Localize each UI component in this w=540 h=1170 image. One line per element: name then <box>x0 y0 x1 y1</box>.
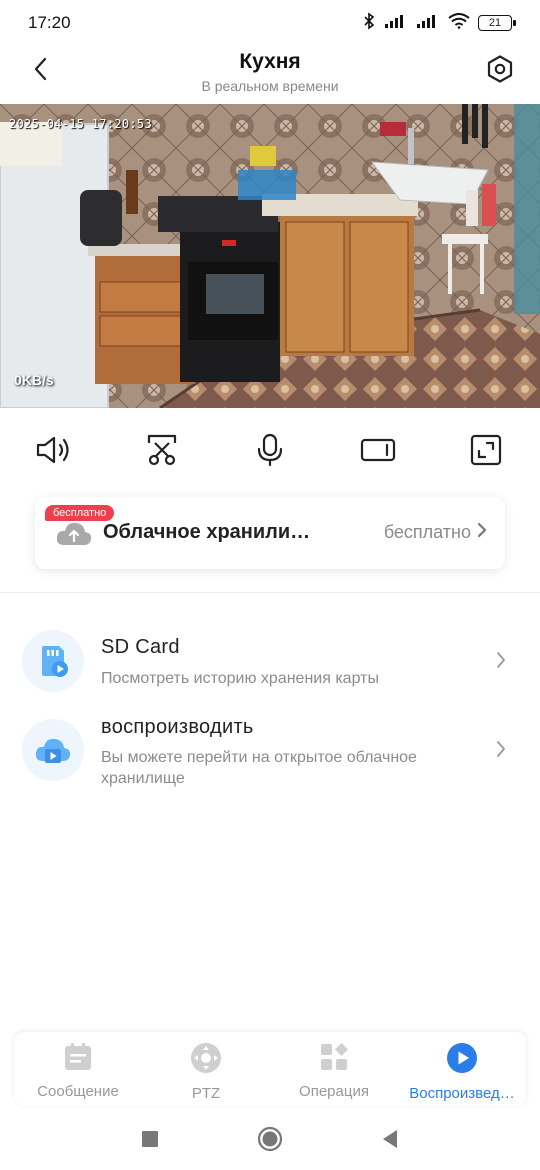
triangle-back-icon <box>381 1129 399 1154</box>
sd-card-play-icon <box>22 630 84 692</box>
video-timestamp: 2025-04-15 17:20:53 <box>9 117 152 131</box>
header: Кухня В реальном времени <box>0 46 540 104</box>
playback-icon <box>446 1042 478 1079</box>
tab-playback[interactable]: Воспроизвед… <box>398 1032 526 1106</box>
section-divider <box>0 592 540 593</box>
microphone-icon <box>256 433 284 472</box>
tab-label: PTZ <box>191 1085 221 1102</box>
camera-frame-image <box>0 104 540 408</box>
video-record-icon <box>360 436 396 469</box>
battery-icon: 21 <box>478 15 516 31</box>
page-title: Кухня <box>239 50 301 73</box>
message-icon <box>63 1042 93 1077</box>
screenshot-scissors-icon <box>145 433 179 472</box>
microphone-button[interactable] <box>248 430 292 474</box>
list-item-sd-card[interactable]: SD Card Посмотреть историю хранения карт… <box>0 622 540 702</box>
cloud-storage-status: бесплатно <box>384 522 487 543</box>
video-bitrate: 0KB/s <box>14 372 54 388</box>
video-record-button[interactable] <box>356 430 400 474</box>
system-navigation-bar <box>0 1112 540 1170</box>
screenshot-button[interactable] <box>140 430 184 474</box>
square-icon <box>141 1130 159 1153</box>
hexagon-settings-icon <box>485 54 515 89</box>
signal-icon <box>384 13 408 34</box>
fullscreen-button[interactable] <box>464 430 508 474</box>
status-time: 17:20 <box>28 13 71 32</box>
live-video-feed[interactable]: 2025-04-15 17:20:53 0KB/s <box>0 104 540 408</box>
chevron-right-icon <box>496 651 506 674</box>
tab-label: Воспроизвед… <box>409 1085 515 1102</box>
list-item-description: Посмотреть историю хранения карты <box>101 670 379 687</box>
settings-button[interactable] <box>482 53 518 89</box>
page-subtitle: В реальном времени <box>201 78 339 94</box>
cloud-storage-status-text: бесплатно <box>383 522 471 542</box>
list-item-title: воспроизводить <box>101 716 254 738</box>
camera-controls <box>0 424 540 480</box>
cloud-storage-title: Облачное хранили… <box>103 521 311 543</box>
circle-icon <box>257 1126 283 1157</box>
cloud-storage-card[interactable]: бесплатно Облачное хранили… бесплатно <box>35 497 505 569</box>
tab-label: Сообщение <box>37 1083 119 1100</box>
tab-label: Операция <box>299 1083 369 1100</box>
list-item-description: Вы можете перейти на открытое облачное х… <box>101 749 417 787</box>
ptz-icon <box>190 1042 222 1079</box>
signal-icon <box>416 13 440 34</box>
bottom-tab-bar: Сообщение PTZ Операция Воспроизвед… <box>14 1032 526 1106</box>
status-icons: 21 <box>362 11 516 35</box>
back-nav-button[interactable] <box>330 1116 450 1166</box>
fullscreen-icon <box>470 434 502 471</box>
status-bar: 17:20 21 <box>0 0 540 46</box>
tab-ptz[interactable]: PTZ <box>142 1032 270 1106</box>
speaker-icon <box>35 434 73 471</box>
list-item-title: SD Card <box>101 636 180 658</box>
bluetooth-icon <box>362 11 376 35</box>
tab-operation[interactable]: Операция <box>270 1032 398 1106</box>
wifi-icon <box>448 12 470 34</box>
home-button[interactable] <box>210 1116 330 1166</box>
speaker-button[interactable] <box>32 430 76 474</box>
recents-button[interactable] <box>90 1116 210 1166</box>
cloud-play-icon <box>22 719 84 781</box>
chevron-right-icon <box>496 740 506 763</box>
cloud-upload-icon <box>55 519 93 547</box>
chevron-right-icon <box>477 522 487 543</box>
operation-icon <box>319 1042 349 1077</box>
list-item-playback[interactable]: воспроизводить Вы можете перейти на откр… <box>0 712 540 802</box>
tab-message[interactable]: Сообщение <box>14 1032 142 1106</box>
